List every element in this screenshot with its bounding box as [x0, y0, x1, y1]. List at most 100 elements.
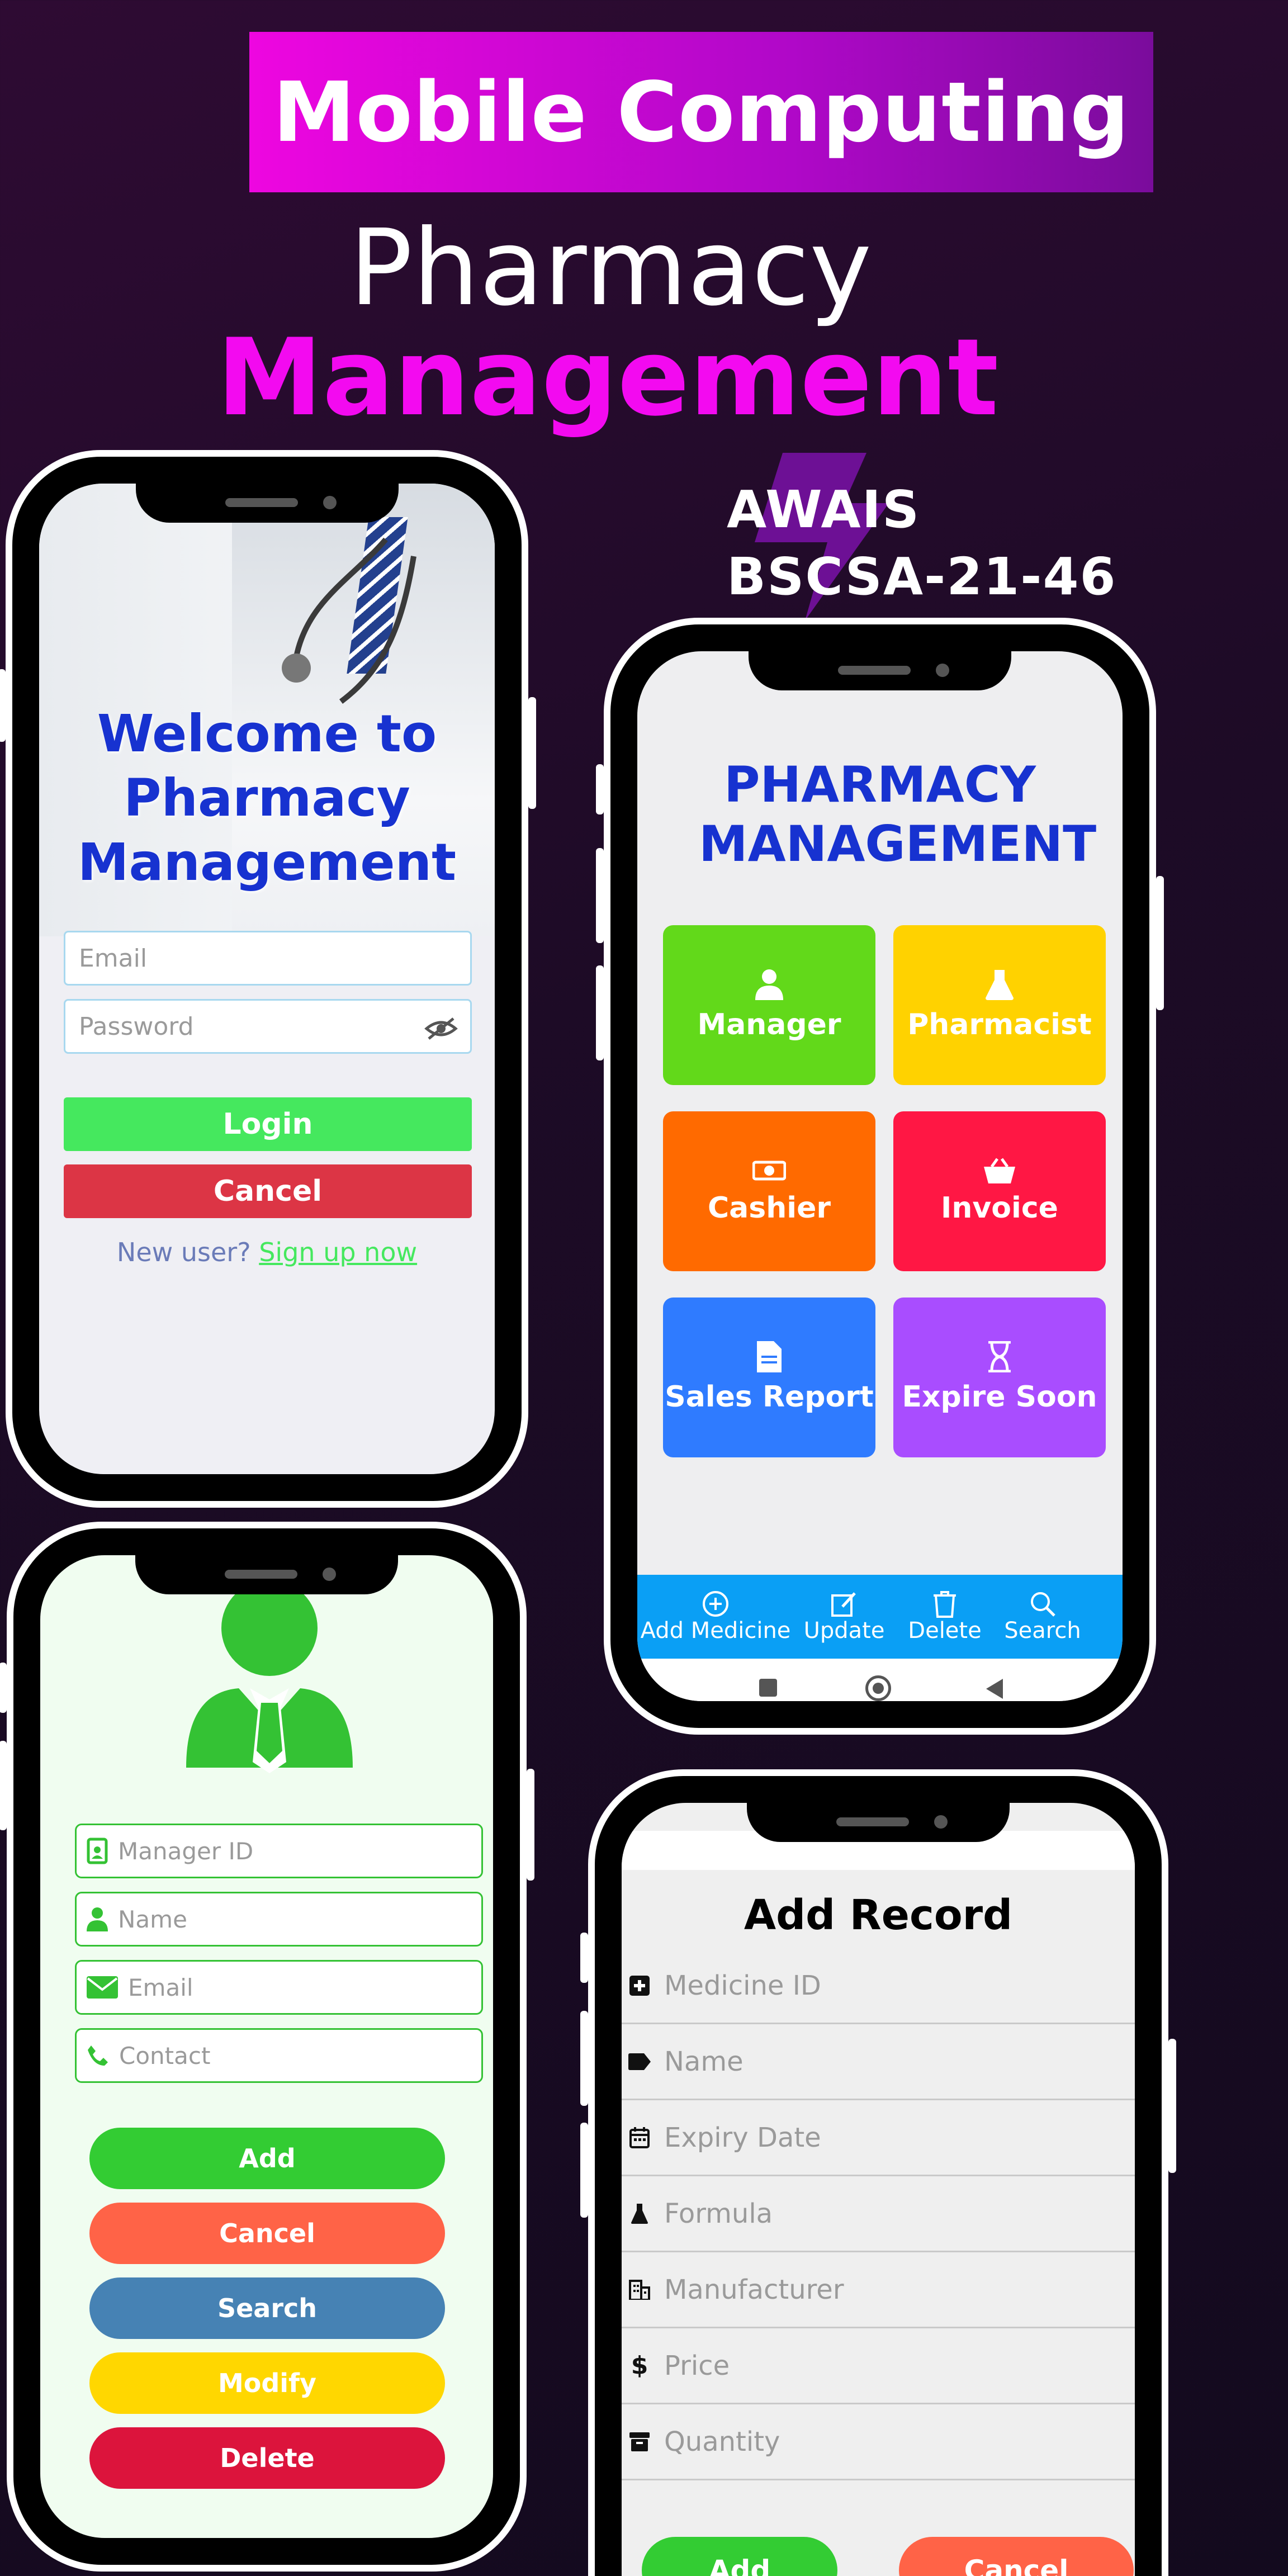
archive-icon — [629, 2432, 650, 2451]
headline-management: Management — [216, 316, 999, 439]
tile-cashier[interactable]: Cashier — [663, 1111, 875, 1271]
recent-apps-icon[interactable] — [759, 1679, 777, 1697]
email-field[interactable]: Email — [64, 931, 472, 986]
flask-icon — [986, 970, 1014, 1000]
side-button — [0, 1663, 7, 1713]
add-button[interactable]: Add — [89, 2128, 445, 2189]
author-id: BSCSA-21-46 — [727, 547, 1117, 607]
field-placeholder: Price — [664, 2350, 730, 2381]
envelope-icon — [87, 1976, 118, 1999]
nav-add-medicine[interactable]: Add Medicine — [637, 1575, 794, 1659]
home-icon[interactable] — [865, 1675, 891, 1701]
tile-expire-soon[interactable]: Expire Soon — [893, 1298, 1106, 1457]
nav-search[interactable]: Search — [995, 1575, 1090, 1659]
calendar-icon — [629, 2127, 650, 2148]
delete-button[interactable]: Delete — [89, 2427, 445, 2489]
side-button — [596, 764, 604, 815]
back-icon[interactable] — [984, 1678, 1004, 1700]
field-placeholder: Name — [664, 2045, 744, 2077]
eye-slash-icon[interactable] — [424, 1016, 458, 1041]
nav-label: Add Medicine — [640, 1618, 791, 1644]
tile-label: Invoice — [941, 1191, 1058, 1225]
flask-icon — [631, 2203, 648, 2224]
search-button[interactable]: Search — [89, 2277, 445, 2339]
banner-text: Mobile Computing — [273, 64, 1130, 160]
signup-prompt: New user? Sign up now — [39, 1237, 495, 1267]
tile-label: Manager — [697, 1008, 841, 1041]
side-button — [580, 1933, 588, 1983]
edit-icon — [831, 1592, 856, 1617]
nav-update[interactable]: Update — [794, 1575, 894, 1659]
field-placeholder: Medicine ID — [664, 1969, 821, 2001]
tile-pharmacist[interactable]: Pharmacist — [893, 925, 1106, 1085]
trash-icon — [934, 1591, 956, 1618]
modify-button[interactable]: Modify — [89, 2352, 445, 2414]
add-record-screen: Add Record Medicine ID Name Expiry Date … — [622, 1803, 1135, 2576]
tile-invoice[interactable]: Invoice — [893, 1111, 1106, 1271]
plus-square-icon — [629, 1975, 650, 1996]
add-button[interactable]: Add — [642, 2537, 837, 2576]
id-badge-icon — [87, 1838, 108, 1864]
phone-icon — [88, 2045, 108, 2066]
add-record-title: Add Record — [744, 1891, 1013, 1939]
document-icon — [757, 1341, 782, 1372]
building-icon — [629, 2279, 650, 2300]
medicine-name-field[interactable]: Name — [622, 2024, 1135, 2100]
tag-icon — [628, 2053, 651, 2070]
cancel-button[interactable]: Cancel — [899, 2537, 1134, 2576]
field-placeholder: Formula — [664, 2198, 773, 2229]
login-button[interactable]: Login — [64, 1097, 472, 1151]
notch — [747, 1803, 1010, 1842]
tile-label: Pharmacist — [907, 1008, 1092, 1041]
system-nav-bar — [637, 1659, 1123, 1701]
dollar-icon: $ — [631, 2351, 648, 2380]
side-button — [528, 697, 536, 809]
side-button — [1156, 876, 1164, 1010]
side-button — [596, 965, 604, 1060]
tile-sales-report[interactable]: Sales Report — [663, 1298, 875, 1457]
field-placeholder: Email — [128, 1973, 193, 2001]
basket-icon — [984, 1158, 1015, 1183]
manager-id-field[interactable]: Manager ID — [75, 1824, 483, 1878]
side-button — [580, 2011, 588, 2106]
user-icon — [87, 1907, 108, 1931]
email-field[interactable]: Email — [75, 1960, 483, 2015]
phone-dashboard: PHARMACY MANAGEMENT Manager Pharmacist C… — [596, 618, 1164, 1735]
tile-label: Expire Soon — [902, 1380, 1097, 1414]
manager-avatar-icon — [186, 1583, 353, 1773]
side-button — [0, 669, 6, 742]
phone-manager-form: Manager ID Name Email Contact Add Cancel… — [0, 1522, 534, 2572]
field-placeholder: Contact — [119, 2042, 211, 2070]
notch — [135, 484, 399, 523]
formula-field[interactable]: Formula — [622, 2176, 1135, 2252]
tile-label: Cashier — [708, 1191, 831, 1225]
nav-delete[interactable]: Delete — [894, 1575, 995, 1659]
user-icon — [755, 969, 783, 1000]
stethoscope-icon — [282, 537, 416, 704]
field-placeholder: Manufacturer — [664, 2274, 844, 2305]
nav-label: Update — [803, 1618, 885, 1644]
quantity-field[interactable]: Quantity — [622, 2404, 1135, 2480]
title-banner: Mobile Computing — [249, 32, 1153, 192]
hourglass-icon — [988, 1341, 1011, 1372]
field-placeholder: Expiry Date — [664, 2122, 821, 2153]
headline-pharmacy: Pharmacy — [349, 207, 872, 329]
cancel-button[interactable]: Cancel — [89, 2203, 445, 2264]
tile-manager[interactable]: Manager — [663, 925, 875, 1085]
expiry-date-field[interactable]: Expiry Date — [622, 2100, 1135, 2176]
side-button — [1168, 2039, 1176, 2173]
side-button — [596, 848, 604, 943]
password-field[interactable]: Password — [64, 999, 472, 1054]
medicine-id-field[interactable]: Medicine ID — [622, 1948, 1135, 2024]
manufacturer-field[interactable]: Manufacturer — [622, 2252, 1135, 2328]
side-button — [0, 1741, 7, 1830]
price-field[interactable]: $ Price — [622, 2328, 1135, 2404]
contact-field[interactable]: Contact — [75, 2028, 483, 2083]
side-button — [580, 2123, 588, 2218]
signup-link[interactable]: Sign up now — [259, 1237, 417, 1267]
field-placeholder: Name — [118, 1905, 187, 1933]
name-field[interactable]: Name — [75, 1892, 483, 1947]
cancel-button[interactable]: Cancel — [64, 1164, 472, 1218]
field-placeholder: Manager ID — [118, 1837, 254, 1865]
search-icon — [1031, 1592, 1055, 1617]
